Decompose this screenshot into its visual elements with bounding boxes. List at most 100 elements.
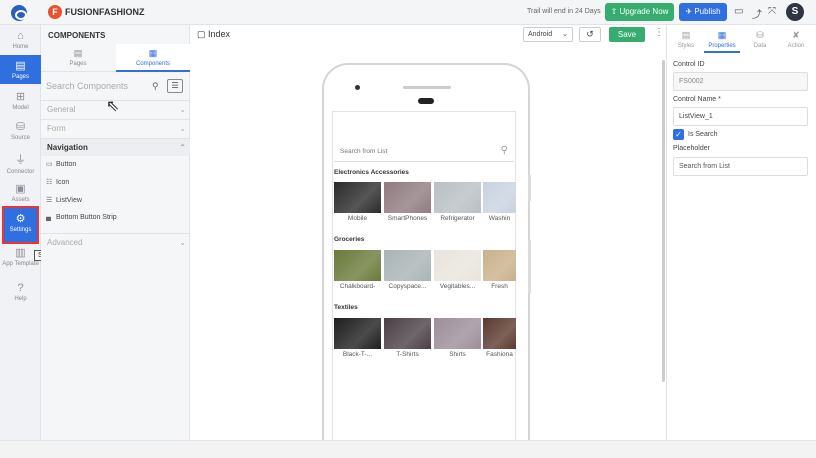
phone-volume-button [528,175,531,201]
control-name-field[interactable]: ListView_1 [673,107,808,126]
app-logo-icon[interactable] [11,5,27,21]
list-item-label: T-Shirts [396,351,419,358]
component-bottom-button-strip[interactable]: ▄ Bottom Button Strip [46,214,117,221]
component-button[interactable]: ▭ Button [46,160,76,168]
is-search-checkbox[interactable]: ✓ [673,129,684,140]
list-item-image[interactable] [434,182,481,213]
device-value: Android [528,31,553,38]
preview-icon[interactable]: ▭ [734,6,743,17]
canvas-scrollbar[interactable] [662,60,665,382]
list-item-label: Refrigerator [440,215,475,222]
publish-button[interactable]: ✈ Publish [679,3,727,21]
list-item-image[interactable] [434,250,481,281]
sensor-icon [418,98,434,104]
category-title: Textiles [334,304,358,311]
rail-item-label: Source [10,135,30,141]
list-item-image[interactable] [334,182,381,213]
list-item-label: Black-T-... [342,351,373,358]
list-item-label: Shirts [449,351,466,358]
tab-label: Styles [677,43,695,49]
list-item-image[interactable] [384,318,431,349]
rail-item-source[interactable]: ⛁ Source [0,120,41,146]
search-icon[interactable]: ⚲ [152,81,159,92]
device-select[interactable]: Android ⌄ [523,27,573,42]
tab-data[interactable]: ⛁ Data [742,25,778,53]
tab-properties[interactable]: ▦ Properties [704,25,740,53]
placeholder-field[interactable]: Search from List [673,157,808,176]
section-label: General [47,105,76,114]
chevron-down-icon: ⌄ [179,238,186,247]
section-general[interactable]: General ⌄ [41,100,190,118]
brand-name: FUSIONFASHIONZ [65,7,145,17]
list-item-label: Fashiona [486,351,513,358]
tab-action[interactable]: ✘ Action [778,25,814,53]
section-advanced[interactable]: Advanced ⌄ [41,233,190,251]
list-item-image[interactable] [434,318,481,349]
save-button[interactable]: Save [609,27,645,42]
control-id-field: FS0002 [673,72,808,91]
list-item-image[interactable] [483,182,516,213]
page-icon: ▤ [15,60,26,72]
upgrade-button[interactable]: ⇧ Upgrade Now [605,3,674,21]
page-title-text: Index [208,29,231,39]
category-title: Groceries [334,236,365,243]
section-form[interactable]: Form ⌄ [41,119,190,137]
undo-button[interactable]: ↺ [579,27,601,42]
rail-item-label: Settings [9,227,32,233]
chevron-down-icon: ⌄ [179,124,186,133]
rail-item-model[interactable]: ⊞ Model [0,90,41,116]
properties-icon: ▦ [717,30,727,40]
avatar[interactable]: S [786,3,804,21]
tab-label: Components [135,61,171,67]
list-item-label: Mobile [347,215,368,222]
action-icon: ✘ [792,30,800,40]
home-icon: ⌂ [17,30,24,42]
database-icon: ⛁ [15,121,26,133]
list-search-input[interactable]: Search from List ⚲ [334,142,514,162]
list-item-label: Copyspace... [388,283,427,290]
list-item-image[interactable] [483,250,516,281]
list-item-label: Fresh [491,283,508,290]
is-search-label: Is Search [688,131,718,138]
fullscreen-icon[interactable]: ⤧ [768,6,776,17]
tab-styles[interactable]: ▤ Styles [668,25,704,53]
rail-item-label: Assets [11,197,30,203]
component-label: Button [56,161,77,168]
database-icon: ⛁ [756,30,764,40]
speaker-icon [403,86,451,89]
rail-item-label: Model [12,105,29,111]
icon-component-icon: ☷ [46,179,53,186]
list-item-image[interactable] [334,250,381,281]
undo-icon: ↺ [586,29,594,39]
tab-pages[interactable]: ▤ Pages [41,44,115,72]
chevron-down-icon: ⌄ [562,31,568,38]
component-icon[interactable]: ☷ Icon [46,178,69,186]
list-item-image[interactable] [384,250,431,281]
rail-item-home[interactable]: ⌂ Home [0,28,41,54]
assets-icon: ▣ [15,183,26,195]
more-options-icon[interactable]: ⋮ [654,27,664,38]
list-item-image[interactable] [483,318,516,349]
rail-item-label: Pages [11,74,29,80]
rail-item-connector[interactable]: ⏚ Connector [0,151,41,177]
section-label: Navigation [47,143,88,152]
rail-item-app-template[interactable]: ▥ App Template [0,246,41,276]
list-item-image[interactable] [384,182,431,213]
list-item-label: Vegitables... [439,283,476,290]
styles-icon: ▤ [681,30,691,40]
component-search-input[interactable]: Search Components [46,81,128,91]
rail-item-pages[interactable]: ▤ Pages [0,55,41,84]
rail-item-settings[interactable]: ⚙ Settings [2,206,39,244]
rail-item-assets[interactable]: ▣ Assets [0,182,41,208]
list-item-image[interactable] [334,318,381,349]
model-icon: ⊞ [15,91,26,103]
share-icon[interactable]: ⤴ [752,6,762,21]
rail-item-help[interactable]: ? Help [0,282,41,308]
grid-view-icon[interactable]: ☰ [167,79,183,93]
component-label: Icon [56,179,70,186]
search-icon: ⚲ [500,145,508,156]
section-navigation[interactable]: Navigation ⌃ [41,138,190,156]
category-title: Electronics Accessories [334,169,409,176]
tab-components[interactable]: ▦ Components [116,44,190,72]
component-listview[interactable]: ☰ ListView [46,196,82,204]
